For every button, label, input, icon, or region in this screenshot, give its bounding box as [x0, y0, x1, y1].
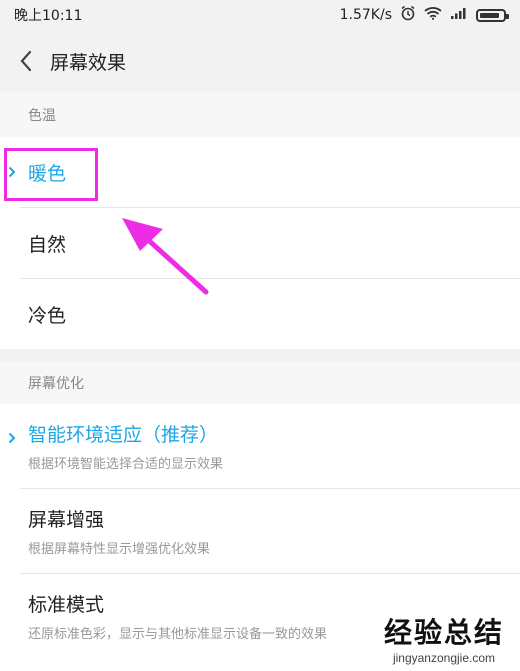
watermark-text: 经验总结	[383, 616, 504, 649]
watermark-url: jingyanzongjie.com	[392, 651, 496, 665]
annotation-arrow-icon	[122, 218, 209, 295]
watermark: 经验总结 jingyanzongjie.com	[384, 611, 504, 665]
